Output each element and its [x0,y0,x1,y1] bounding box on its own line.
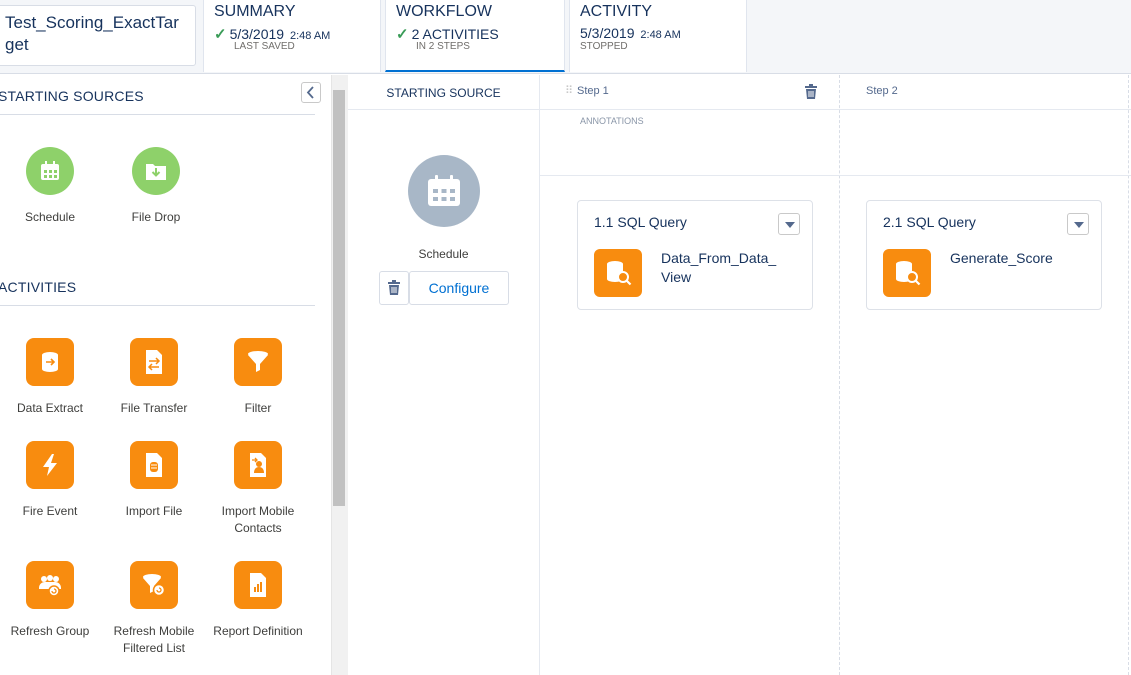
chevron-down-icon[interactable] [778,213,800,235]
query-name: Generate_Score [950,250,1053,266]
step-2-label: Step 2 [866,85,898,97]
source-label: File Drop [131,210,181,224]
import-contacts-icon [234,441,282,489]
trash-icon [388,280,400,295]
card-title: 1.1 SQL Query [594,214,687,230]
activity-date: 5/3/2019 [580,25,635,41]
divider [0,114,315,115]
tab-workflow-title: WORKFLOW [396,3,492,20]
query-name: Data_From_Data_View [661,250,777,285]
delete-source-button[interactable] [379,271,409,305]
starting-source-label: Schedule [418,247,469,261]
activity-card-step-1[interactable]: 1.1 SQL Query Data_From_Data_View [577,200,813,310]
starting-sources-heading: STARTING SOURCES [0,88,144,104]
calendar-icon [428,175,460,206]
folder-download-icon [132,147,180,195]
data-extract-icon [26,338,74,386]
automation-header: Test_Scoring_ExactTarget SUMMARY ✓ 5/3/20… [0,0,1131,74]
activity-refresh-mobile-filtered-list[interactable]: Refresh Mobile Filtered List [102,561,206,657]
card-title: 2.1 SQL Query [883,214,976,230]
activity-fire-event[interactable]: Fire Event [0,441,102,520]
activity-refresh-group[interactable]: Refresh Group [0,561,102,640]
report-icon [234,561,282,609]
import-file-icon [130,441,178,489]
lightning-icon [26,441,74,489]
activity-data-extract[interactable]: Data Extract [0,338,102,417]
activity-filter[interactable]: Filter [206,338,310,417]
column-divider [839,75,840,675]
scrollbar-thumb[interactable] [333,90,345,506]
tab-activity-title: ACTIVITY [580,3,653,20]
summary-status: LAST SAVED [234,41,295,52]
activity-time: 2:48 AM [640,29,681,41]
check-icon: ✓ [214,26,227,43]
annotations-label: ANNOTATIONS [580,116,644,126]
summary-date: 5/3/2019 [229,26,285,42]
column-divider [1128,75,1129,675]
source-file-drop[interactable]: File Drop [104,147,208,226]
configure-button[interactable]: Configure [409,271,509,305]
activity-file-transfer[interactable]: File Transfer [102,338,206,417]
automation-name-field[interactable]: Test_Scoring_ExactTarget [0,5,196,66]
annotations-divider [539,175,1131,176]
tab-activity[interactable]: ACTIVITY 5/3/2019 2:48 AM STOPPED [569,0,747,72]
sql-query-icon [594,249,642,297]
workflow-steps-count: IN 2 STEPS [416,41,470,52]
activity-report-definition[interactable]: Report Definition [206,561,310,640]
source-schedule[interactable]: Schedule [0,147,102,226]
chevron-left-icon [306,86,314,99]
refresh-group-icon [26,561,74,609]
sql-query-icon [883,249,931,297]
starting-source-heading: STARTING SOURCE [386,86,501,100]
trash-icon [805,84,817,99]
workflow-canvas: STARTING SOURCE ⠿ Step 1 Step 2 ANNOTATI… [348,75,1131,675]
activity-label: Refresh Mobile Filtered List [113,624,195,655]
tab-summary-title: SUMMARY [214,3,296,20]
tab-summary[interactable]: SUMMARY ✓ 5/3/2019 2:48 AM LAST SAVED [203,0,381,72]
workflow-activities-count: 2 ACTIVITIES [411,26,499,42]
activity-label: File Transfer [120,401,188,415]
step-2-header: Step 2 [839,75,1131,110]
column-divider [539,75,540,675]
drag-handle-icon[interactable]: ⠿ [565,84,573,97]
schedule-source-node[interactable] [408,155,480,227]
activity-status: STOPPED [580,41,628,52]
calendar-icon [26,147,74,195]
activity-palette: STARTING SOURCES Schedule File Drop ACTI… [0,75,331,675]
source-label: Schedule [24,210,76,224]
chevron-down-icon[interactable] [1067,213,1089,235]
activity-label: Filter [244,401,272,415]
step-1-label: Step 1 [577,85,609,97]
activity-label: Fire Event [22,504,78,518]
check-icon: ✓ [396,26,409,43]
activity-card-step-2[interactable]: 2.1 SQL Query Generate_Score [866,200,1102,310]
activity-label: Data Extract [16,401,84,415]
activities-heading: ACTIVITIES [0,279,77,295]
refresh-filtered-list-icon [130,561,178,609]
funnel-icon [234,338,282,386]
tab-workflow[interactable]: WORKFLOW ✓ 2 ACTIVITIES IN 2 STEPS [385,0,565,72]
activity-label: Import Mobile Contacts [221,504,295,535]
step-1-header: ⠿ Step 1 [539,75,839,110]
delete-step-button[interactable] [804,84,820,100]
activity-label: Report Definition [213,624,303,638]
divider [0,305,315,306]
activity-import-mobile-contacts[interactable]: Import Mobile Contacts [206,441,310,537]
summary-time: 2:48 AM [289,30,331,42]
file-transfer-icon [130,338,178,386]
activity-label: Import File [125,504,183,518]
activity-label: Refresh Group [10,624,90,638]
starting-source-column-header: STARTING SOURCE [348,75,539,110]
activity-import-file[interactable]: Import File [102,441,206,520]
collapse-panel-button[interactable] [301,82,321,103]
